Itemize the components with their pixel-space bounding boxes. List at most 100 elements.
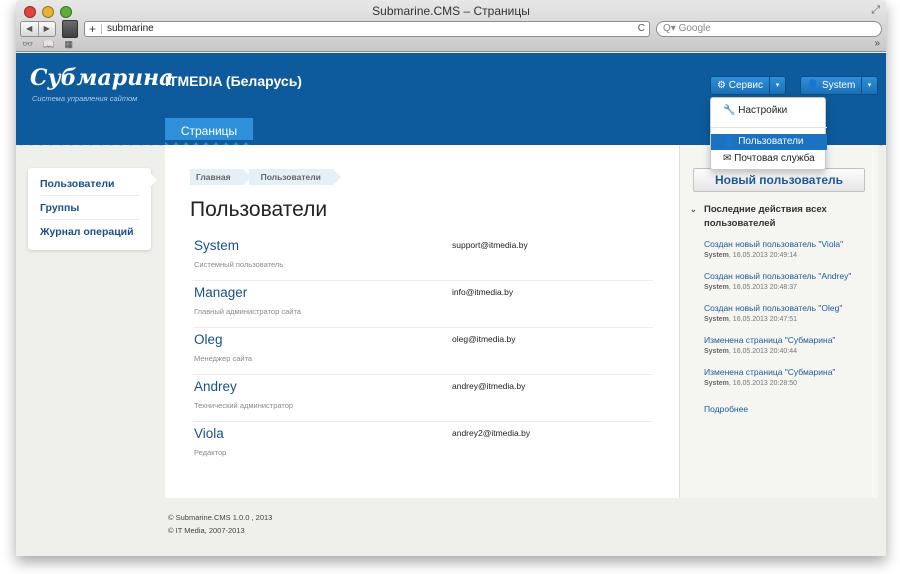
menu-item-mail-service[interactable]: ✉ Почтовая служба <box>711 151 827 167</box>
user-name-link[interactable]: System <box>194 238 239 253</box>
fullscreen-icon[interactable]: ⤢ <box>871 4 880 17</box>
activity-date: , 16.05.2013 20:28:50 <box>728 380 798 387</box>
menu-item-label: Пользователи <box>738 136 804 147</box>
activity-link[interactable]: Изменена страница "Субмарина" <box>704 367 874 377</box>
forward-icon[interactable]: ▶ <box>37 22 56 36</box>
reading-list-icon[interactable]: 👓 <box>22 39 33 51</box>
gear-icon: ⚙ <box>717 80 726 91</box>
activity-item: Изменена страница "Субмарина" System, 16… <box>704 367 874 387</box>
menu-item-label: Почтовая служба <box>734 153 815 164</box>
activity-meta: System, 16.05.2013 20:48:37 <box>704 284 874 291</box>
share-button[interactable] <box>62 20 78 38</box>
bookmarks-bar: 👓 📖 ▦ <box>22 39 73 51</box>
activity-item: Создан новый пользователь "Oleg" System,… <box>704 303 874 323</box>
user-email: andrey2@itmedia.by <box>452 428 531 438</box>
user-role: Технический администратор <box>194 401 294 410</box>
more-bookmarks-icon[interactable]: » <box>874 38 880 49</box>
activity-meta: System, 16.05.2013 20:47:51 <box>704 316 874 323</box>
activity-author: System <box>704 284 729 291</box>
user-email: info@itmedia.by <box>452 287 514 297</box>
browser-window: Submarine.CMS – Страницы ⤢ ◀ ▶ + submari… <box>16 0 886 556</box>
activity-item: Изменена страница "Субмарина" System, 16… <box>704 335 874 355</box>
back-icon[interactable]: ◀ <box>21 22 38 36</box>
user-button-label: System <box>821 80 856 91</box>
browser-toolbar: Submarine.CMS – Страницы ⤢ ◀ ▶ + submari… <box>16 0 886 52</box>
menu-divider <box>711 127 827 128</box>
activity-date: , 16.05.2013 20:49:14 <box>728 252 798 259</box>
activity-link[interactable]: Создан новый пользователь "Viola" <box>704 239 874 249</box>
breadcrumb-home[interactable]: Главная <box>190 169 251 185</box>
search-placeholder: Google <box>678 23 711 34</box>
reload-icon[interactable]: C <box>638 22 645 36</box>
add-bookmark-icon[interactable]: + <box>89 22 96 36</box>
more-link[interactable]: Подробнее <box>704 404 748 414</box>
address-bar[interactable]: + submarine C <box>84 21 650 37</box>
user-row: Andrey Технический администратор andrey@… <box>193 375 653 422</box>
service-dropdown-menu: 🔧 Настройки 👤 Пользователи ✉ Почтовая сл… <box>710 97 827 170</box>
activity-panel: Новый пользователь ⌄ Последние действия … <box>679 145 878 498</box>
envelope-icon: ✉ <box>723 153 732 164</box>
logo-subtitle: Система управления сайтом <box>32 94 138 103</box>
menu-item-settings[interactable]: 🔧 Настройки <box>711 103 827 119</box>
activity-link[interactable]: Изменена страница "Субмарина" <box>704 335 874 345</box>
activity-meta: System, 16.05.2013 20:49:14 <box>704 252 874 259</box>
wrench-icon: 🔧 <box>723 105 736 116</box>
footer-copyright-cms: © Submarine.CMS 1.0.0 , 2013 <box>168 513 273 522</box>
bookmarks-icon[interactable]: 📖 <box>43 39 54 51</box>
footer-copyright-company: © IT Media, 2007-2013 <box>168 526 245 535</box>
breadcrumb-users[interactable]: Пользователи <box>248 169 342 185</box>
service-button-main[interactable]: ⚙ Сервис <box>711 77 769 94</box>
activity-item: Создан новый пользователь "Andrey" Syste… <box>704 271 874 291</box>
user-role: Менеджер сайта <box>194 354 253 363</box>
search-input[interactable]: Q▾ Google <box>656 21 882 37</box>
user-name-link[interactable]: Oleg <box>194 332 223 347</box>
user-name-link[interactable]: Viola <box>194 426 224 441</box>
chevron-down-icon[interactable]: ▾ <box>861 77 877 94</box>
user-icon: 👤 <box>723 136 736 147</box>
activity-link[interactable]: Создан новый пользователь "Oleg" <box>704 303 874 313</box>
menu-item-users[interactable]: 👤 Пользователи <box>711 134 827 150</box>
window-title: Submarine.CMS – Страницы <box>372 4 530 18</box>
service-menu-button[interactable]: ⚙ Сервис ▾ <box>710 76 786 95</box>
history-nav: ◀ ▶ <box>20 21 56 37</box>
activity-date: , 16.05.2013 20:47:51 <box>728 316 798 323</box>
recent-actions-title: Последние действия всех пользователей <box>704 204 827 229</box>
user-icon: 👤 <box>806 80 820 91</box>
sidebar-item-groups[interactable]: Группы <box>40 202 140 220</box>
activity-link[interactable]: Создан новый пользователь "Andrey" <box>704 271 874 281</box>
user-row: System Системный пользователь support@it… <box>193 234 653 281</box>
user-name-link[interactable]: Manager <box>194 285 247 300</box>
menu-item-label: Настройки <box>738 105 788 116</box>
tab-pages[interactable]: Страницы <box>165 118 253 145</box>
user-email: andrey@itmedia.by <box>452 381 526 391</box>
user-role: Главный администратор сайта <box>194 307 301 316</box>
activity-meta: System, 16.05.2013 20:40:44 <box>704 348 874 355</box>
user-menu-button[interactable]: 👤 System ▾ <box>800 76 878 95</box>
site-name: ITMEDIA (Беларусь) <box>165 73 302 89</box>
sidebar-item-users[interactable]: Пользователи <box>40 178 140 196</box>
chevron-down-icon[interactable]: ▾ <box>769 77 785 94</box>
chevron-down-icon: ⌄ <box>690 205 697 214</box>
search-icon: Q▾ <box>663 23 676 34</box>
top-sites-icon[interactable]: ▦ <box>64 39 73 51</box>
page-title: Пользователи <box>190 198 328 221</box>
sidebar-item-operation-log[interactable]: Журнал операций <box>40 226 140 243</box>
footer: © Submarine.CMS 1.0.0 , 2013 © IT Media,… <box>168 511 272 537</box>
breadcrumb: Главная Пользователи <box>190 169 342 185</box>
user-row: Viola Редактор andrey2@itmedia.by <box>193 422 653 469</box>
activity-author: System <box>704 348 729 355</box>
activity-author: System <box>704 380 729 387</box>
user-row: Oleg Менеджер сайта oleg@itmedia.by <box>193 328 653 375</box>
user-button-main[interactable]: 👤 System <box>801 77 861 94</box>
user-role: Системный пользователь <box>194 260 284 269</box>
user-email: support@itmedia.by <box>452 240 528 250</box>
user-name-link[interactable]: Andrey <box>194 379 237 394</box>
user-email: oleg@itmedia.by <box>452 334 516 344</box>
user-role: Редактор <box>194 448 227 457</box>
activity-date: , 16.05.2013 20:48:37 <box>728 284 798 291</box>
activity-date: , 16.05.2013 20:40:44 <box>728 348 798 355</box>
sidebar: Пользователи Группы Журнал операций <box>28 168 157 250</box>
main-content: Главная Пользователи Пользователи System… <box>165 145 679 498</box>
logo[interactable]: Субмарина <box>30 65 173 91</box>
new-user-button[interactable]: Новый пользователь <box>693 168 865 192</box>
